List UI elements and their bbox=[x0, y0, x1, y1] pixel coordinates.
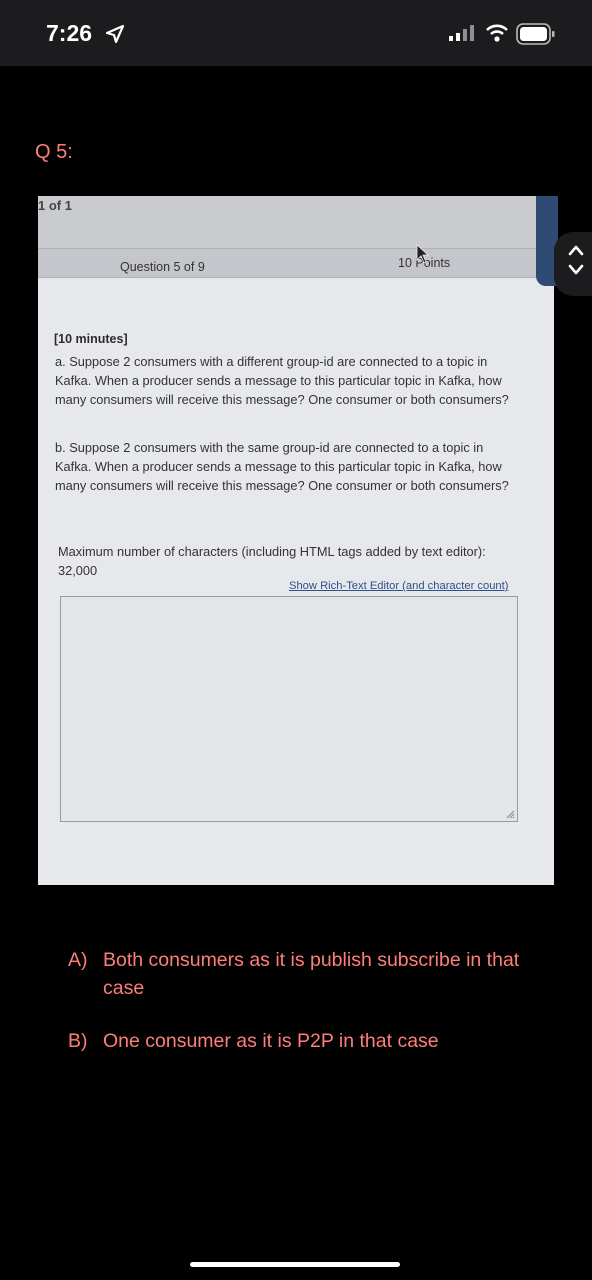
question-part-b: b. Suppose 2 consumers with the same gro… bbox=[55, 440, 509, 493]
max-characters-note: Maximum number of characters (including … bbox=[58, 544, 486, 578]
answer-textarea[interactable] bbox=[60, 596, 518, 822]
show-rich-text-editor-link[interactable]: Show Rich-Text Editor (and character cou… bbox=[289, 580, 509, 592]
question-label: Q 5: bbox=[35, 141, 73, 163]
chevron-up-icon[interactable] bbox=[568, 244, 584, 256]
question-screenshot-image[interactable]: 1 of 1 Question 5 of 9 10 Points [10 min… bbox=[38, 196, 554, 885]
answer-marker: B) bbox=[68, 1030, 88, 1052]
answer-option-a: A) Both consumers as it is publish subsc… bbox=[68, 946, 548, 1006]
chevron-down-icon[interactable] bbox=[568, 264, 584, 276]
resize-handle-icon[interactable] bbox=[505, 809, 515, 819]
answer-option-b: B) One consumer as it is P2P in that cas… bbox=[68, 1027, 548, 1057]
battery-icon bbox=[516, 23, 555, 45]
mouse-cursor-icon bbox=[416, 244, 430, 264]
cellular-signal-icon bbox=[449, 25, 474, 41]
time-limit: [10 minutes] bbox=[54, 332, 128, 346]
location-arrow-icon bbox=[105, 24, 125, 44]
home-indicator[interactable] bbox=[190, 1262, 400, 1267]
status-time: 7:26 bbox=[46, 20, 93, 46]
page-count: 1 of 1 bbox=[38, 198, 72, 213]
answer-text: Both consumers as it is publish subscrib… bbox=[103, 949, 520, 999]
question-part-a: a. Suppose 2 consumers with a different … bbox=[55, 354, 509, 407]
wifi-icon bbox=[486, 24, 508, 42]
status-bar: 7:26 bbox=[0, 0, 592, 66]
photo-top-area bbox=[38, 196, 554, 248]
question-number: Question 5 of 9 bbox=[120, 260, 205, 274]
answer-text: One consumer as it is P2P in that case bbox=[103, 1030, 439, 1052]
answer-marker: A) bbox=[68, 949, 88, 971]
question-header-bar bbox=[38, 248, 554, 278]
